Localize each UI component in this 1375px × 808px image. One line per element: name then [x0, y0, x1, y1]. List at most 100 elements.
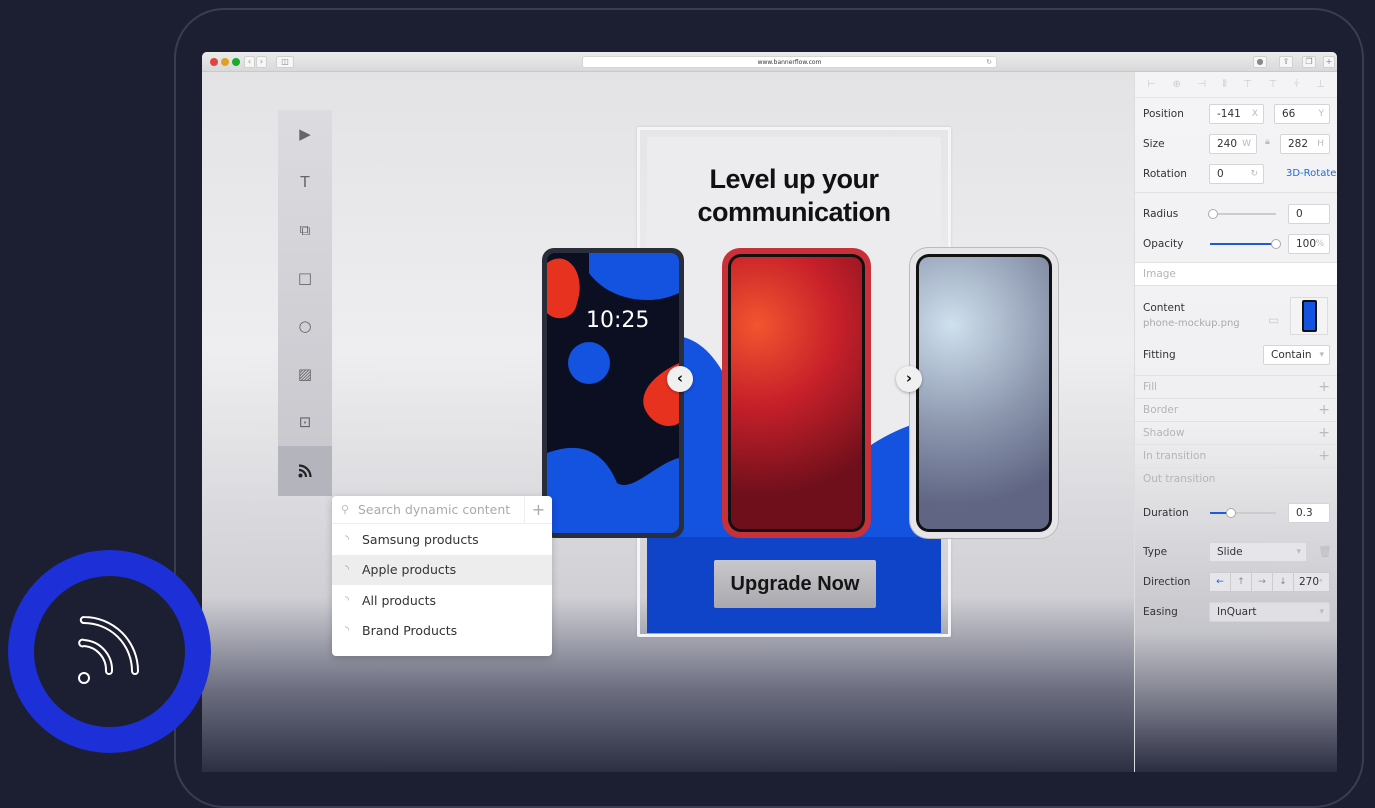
opacity-slider[interactable] [1210, 239, 1281, 249]
url-bar[interactable]: www.bannerflow.com ↻ [582, 56, 997, 68]
radius-input[interactable]: 0 [1288, 204, 1330, 224]
size-row: Size 240 W 🔒︎ 282 H [1135, 134, 1337, 154]
align-right-icon[interactable]: ⊣ [1197, 79, 1206, 90]
content-thumbnail[interactable] [1290, 297, 1328, 335]
direction-label: Direction [1143, 576, 1191, 588]
direction-up-button[interactable]: ↑ [1231, 573, 1252, 591]
add-border-icon: + [1318, 402, 1330, 418]
carousel-prev-button[interactable]: ‹ [667, 366, 693, 392]
direction-degree-input[interactable]: 270° [1294, 573, 1329, 591]
samsung-phone-image: 10:25 [542, 248, 684, 538]
type-label: Type [1143, 546, 1168, 558]
forward-button[interactable]: › [256, 56, 267, 68]
trash-icon[interactable]: 🗑︎ [1318, 545, 1332, 558]
rss-icon: ◝ [345, 564, 349, 576]
rotation-row: Rotation 0 ↻ 3D-Rotate [1135, 164, 1337, 184]
image-section-header: Image [1135, 262, 1337, 285]
border-section[interactable]: Border + [1135, 398, 1337, 421]
direction-left-button[interactable]: ← [1210, 573, 1231, 591]
radius-label: Radius [1143, 208, 1179, 220]
ellipse-tool-icon[interactable]: ○ [278, 302, 332, 350]
rectangle-tool-icon[interactable]: □ [278, 254, 332, 302]
duration-slider[interactable] [1210, 508, 1276, 518]
direction-right-button[interactable]: → [1252, 573, 1273, 591]
list-item[interactable]: ◝ Brand Products [332, 616, 552, 647]
distribute-h-icon[interactable]: ⫴ [1223, 79, 1227, 90]
widget-tool-icon[interactable]: ⧉ [278, 206, 332, 254]
headline-line-1: Level up your [709, 164, 879, 194]
folder-icon[interactable]: ▭ [1268, 313, 1279, 327]
list-item-label: Brand Products [362, 623, 458, 639]
url-text: www.bannerflow.com [757, 59, 822, 66]
close-button[interactable] [210, 58, 218, 66]
rss-icon: ◝ [345, 533, 349, 545]
download-icon[interactable]: ● [1253, 56, 1267, 68]
position-label: Position [1143, 108, 1184, 120]
out-transition-section[interactable]: Out transition [1135, 467, 1337, 490]
align-left-icon[interactable]: ⊢ [1147, 79, 1156, 90]
radius-row: Radius 0 [1135, 204, 1337, 224]
align-middle-icon[interactable]: ⫩ [1294, 79, 1300, 90]
rotation-input[interactable]: 0 ↻ [1209, 164, 1264, 184]
list-item[interactable]: ◝ All products [332, 585, 552, 616]
direction-control: ← ↑ → ↓ 270° [1209, 572, 1330, 592]
maximize-button[interactable] [232, 58, 240, 66]
lock-icon[interactable]: 🔒︎ [1265, 137, 1270, 147]
select-tool-icon[interactable]: ▶ [278, 110, 332, 158]
tool-palette: ▶ T ⧉ □ ○ ▨ ⊡ [278, 110, 332, 496]
tabs-icon[interactable]: ❐ [1302, 56, 1316, 68]
position-x-input[interactable]: -141 X [1209, 104, 1264, 124]
text-tool-icon[interactable]: T [278, 158, 332, 206]
easing-select[interactable]: InQuart ▾ [1209, 602, 1330, 622]
add-fill-icon: + [1318, 379, 1330, 395]
back-button[interactable]: ‹ [244, 56, 255, 68]
upgrade-now-button[interactable]: Upgrade Now [714, 560, 876, 608]
fill-section[interactable]: Fill + [1135, 375, 1337, 398]
share-icon[interactable]: ⇪ [1279, 56, 1293, 68]
carousel-next-button[interactable]: › [896, 366, 922, 392]
search-icon: ⚲ [340, 503, 350, 516]
rotate-icon: ↻ [1250, 169, 1258, 179]
search-input[interactable]: Search dynamic content [358, 502, 510, 517]
align-center-h-icon[interactable]: ⊕ [1172, 79, 1180, 90]
iphone-white-image [910, 248, 1058, 538]
dynamic-content-badge [8, 550, 211, 753]
rss-icon [78, 616, 140, 684]
align-toolbar: ⊢ ⊕ ⊣ ⫴ ⊤ ⊤ ⫩ ⊥ [1135, 72, 1337, 98]
add-dynamic-content-button[interactable]: + [524, 496, 552, 524]
size-height-input[interactable]: 282 H [1280, 134, 1330, 154]
rss-icon: ◝ [345, 625, 349, 637]
opacity-label: Opacity [1143, 238, 1184, 250]
3d-rotate-link[interactable]: 3D-Rotate [1286, 168, 1336, 179]
list-item[interactable]: ◝ Apple products [332, 554, 552, 585]
reload-icon[interactable]: ↻ [986, 57, 992, 68]
list-item[interactable]: ◝ Samsung products [332, 524, 552, 555]
align-top-edge-icon[interactable]: ⊤ [1269, 79, 1278, 90]
opacity-input[interactable]: 100% [1288, 234, 1330, 254]
sidebar-toggle-icon[interactable]: ◫ [276, 56, 294, 68]
content-label: Content [1143, 302, 1185, 314]
type-select[interactable]: Slide ▾ [1209, 542, 1307, 562]
fitting-row: Fitting Contain ▾ [1135, 345, 1337, 365]
rss-tool-icon[interactable] [278, 446, 332, 496]
radius-slider[interactable] [1208, 209, 1276, 219]
dynamic-image-tool-icon[interactable]: ⊡ [278, 398, 332, 446]
position-y-input[interactable]: 66 Y [1274, 104, 1330, 124]
size-width-input[interactable]: 240 W [1209, 134, 1257, 154]
minimize-button[interactable] [221, 58, 229, 66]
direction-down-button[interactable]: ↓ [1273, 573, 1294, 591]
add-in-transition-icon: + [1318, 448, 1330, 464]
dynamic-content-search[interactable]: ⚲ Search dynamic content + [332, 496, 552, 524]
in-transition-section[interactable]: In transition + [1135, 444, 1337, 467]
align-top-icon[interactable]: ⊤ [1243, 79, 1252, 90]
size-label: Size [1143, 138, 1165, 150]
new-tab-icon[interactable]: + [1323, 56, 1335, 68]
align-bottom-icon[interactable]: ⊥ [1316, 79, 1325, 90]
duration-input[interactable]: 0.3 [1288, 503, 1330, 523]
properties-panel: ⊢ ⊕ ⊣ ⫴ ⊤ ⊤ ⫩ ⊥ Position -141 X 66 Y Size … [1134, 72, 1337, 772]
headline-line-2: communication [697, 197, 891, 227]
shadow-section[interactable]: Shadow + [1135, 421, 1337, 444]
direction-row: Direction ← ↑ → ↓ 270° [1135, 572, 1337, 592]
fitting-select[interactable]: Contain ▾ [1263, 345, 1330, 365]
image-tool-icon[interactable]: ▨ [278, 350, 332, 398]
